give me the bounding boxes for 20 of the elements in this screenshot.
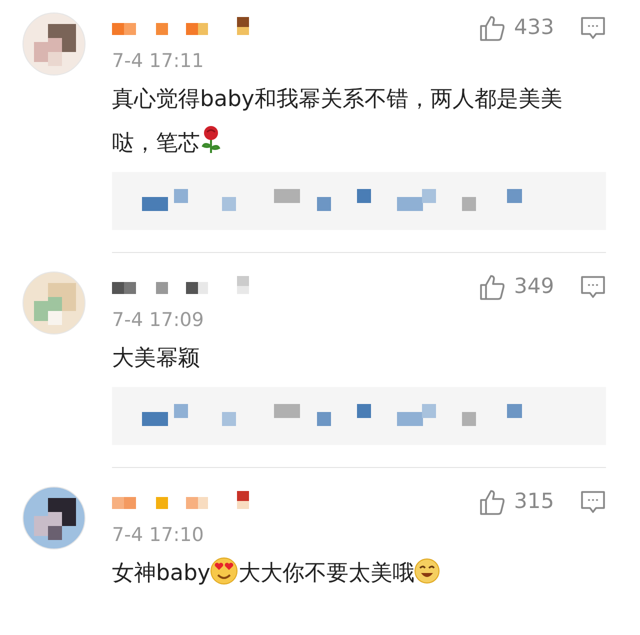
thumbs-up-icon[interactable] [478, 488, 506, 516]
reply-preview-panel[interactable] [112, 172, 606, 230]
thumbs-up-icon[interactable] [478, 14, 506, 42]
like-count: 349 [514, 273, 556, 300]
comment-time: 7-4 17:09 [112, 308, 205, 333]
thumbs-up-icon[interactable] [478, 273, 506, 301]
comment-icon[interactable] [580, 15, 606, 41]
comment-icon[interactable] [580, 274, 606, 300]
like-count: 433 [514, 14, 556, 42]
comment-text: 真心觉得baby和我幂关系不错，两人都是美美哒，笔芯 [112, 86, 564, 158]
comment-time: 7-4 17:11 [112, 49, 205, 74]
comment-text: 大美幂颖 [112, 345, 201, 373]
like-count: 315 [514, 488, 556, 516]
reply-preview-panel[interactable] [112, 387, 606, 445]
comment-time: 7-4 17:10 [112, 523, 205, 548]
comment-text: 女神baby 大大你不要太美哦 [112, 552, 606, 596]
rose-icon [200, 126, 222, 154]
comment-icon[interactable] [580, 489, 606, 515]
laughing-emoji-icon [414, 558, 440, 584]
heart-eyes-emoji-icon [210, 557, 238, 585]
